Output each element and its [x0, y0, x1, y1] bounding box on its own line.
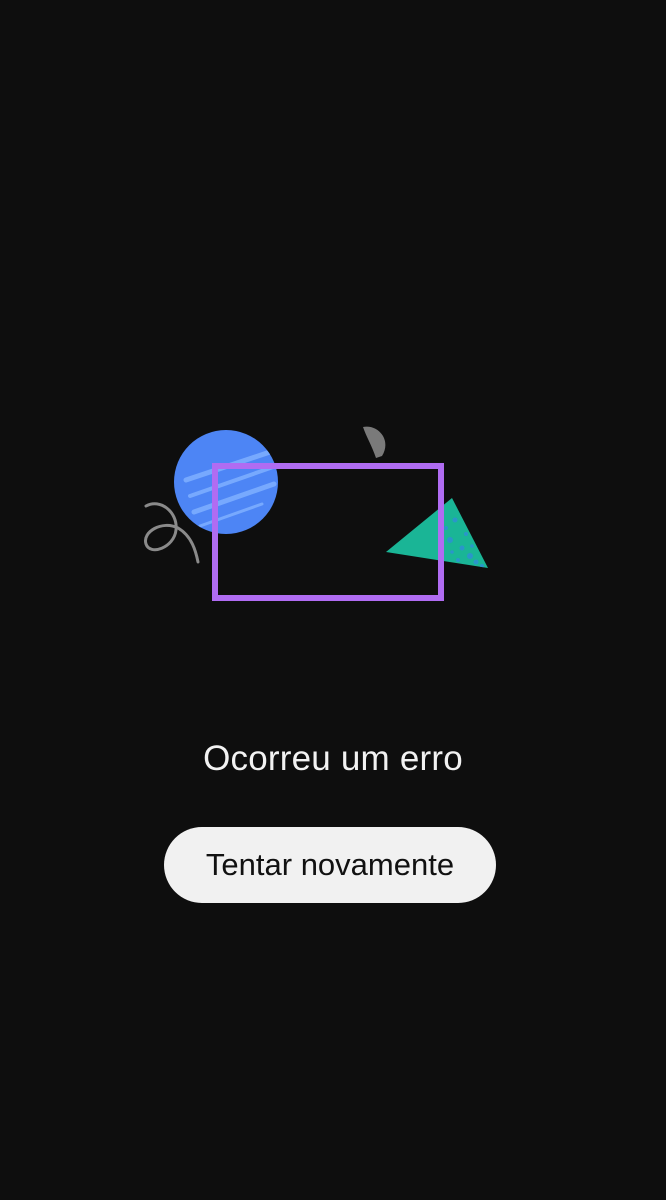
blue-circle-shape — [174, 430, 278, 534]
teal-triangle-shape — [386, 498, 488, 568]
error-screen: Ocorreu um erro Tentar novamente — [0, 0, 666, 1200]
drop-shape — [363, 426, 386, 458]
retry-button[interactable]: Tentar novamente — [164, 827, 496, 903]
error-illustration — [144, 426, 488, 601]
error-message: Ocorreu um erro — [203, 739, 463, 778]
